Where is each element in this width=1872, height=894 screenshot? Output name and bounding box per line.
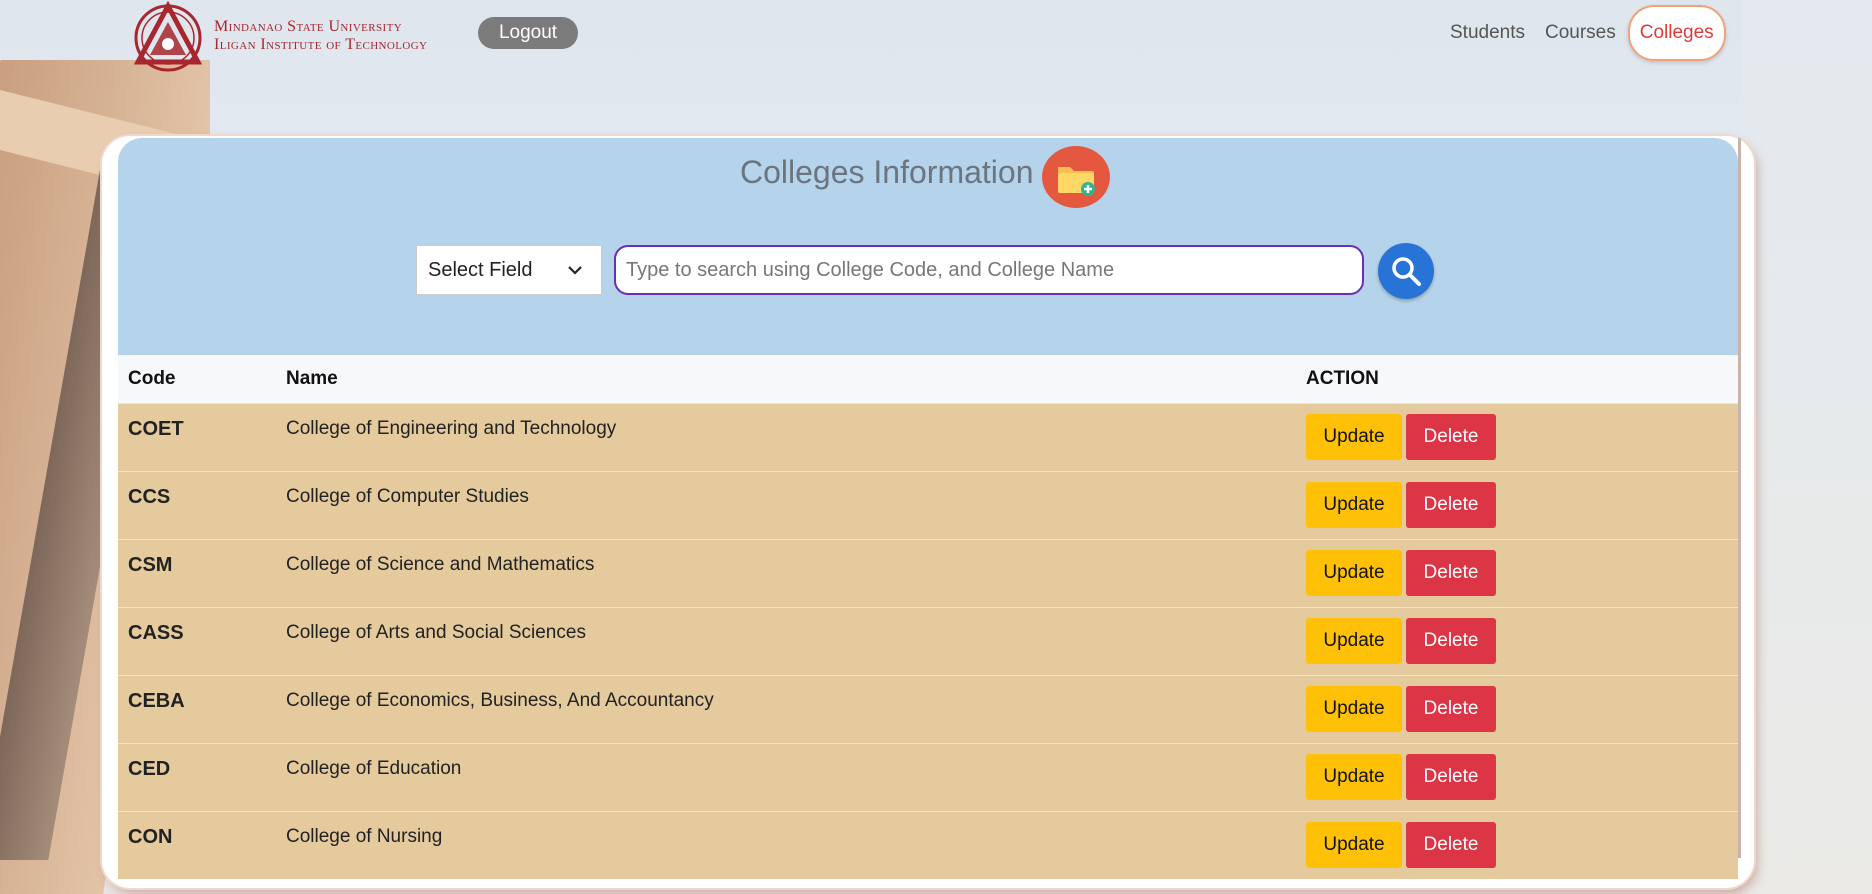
college-name: College of Nursing xyxy=(286,825,443,847)
table-row: COET College of Engineering and Technolo… xyxy=(118,403,1738,471)
field-select[interactable]: Select Field xyxy=(416,245,602,295)
chevron-down-icon xyxy=(568,266,582,275)
college-name: College of Economics, Business, And Acco… xyxy=(286,689,714,711)
college-code: CASS xyxy=(128,621,184,644)
page-title: Colleges Information xyxy=(740,154,1034,190)
college-code: CEBA xyxy=(128,689,185,712)
add-college-button[interactable] xyxy=(1042,146,1110,208)
table-row: CED College of Education Update Delete xyxy=(118,743,1738,811)
delete-button[interactable]: Delete xyxy=(1406,821,1496,868)
college-code: CED xyxy=(128,757,171,780)
delete-button[interactable]: Delete xyxy=(1406,753,1496,800)
logout-button[interactable]: Logout xyxy=(478,17,578,49)
delete-button[interactable]: Delete xyxy=(1406,481,1496,528)
university-name: Mindanao State University Iligan Institu… xyxy=(214,18,427,54)
nav-colleges[interactable]: Colleges xyxy=(1627,5,1726,61)
college-name: College of Arts and Social Sciences xyxy=(286,621,586,643)
college-code: CSM xyxy=(128,553,173,576)
update-button[interactable]: Update xyxy=(1306,685,1402,732)
logo-line-2: Iligan Institute of Technology xyxy=(214,36,428,53)
college-code: CON xyxy=(128,825,173,848)
row-actions: Update Delete xyxy=(1296,811,1738,879)
college-code: COET xyxy=(128,417,184,440)
delete-button[interactable]: Delete xyxy=(1406,413,1496,460)
update-button[interactable]: Update xyxy=(1306,821,1402,868)
row-actions: Update Delete xyxy=(1296,743,1738,811)
column-header-name: Name xyxy=(286,367,338,389)
delete-button[interactable]: Delete xyxy=(1406,685,1496,732)
colleges-table: Code Name ACTION COET College of Enginee… xyxy=(118,355,1738,879)
panel-scrollbar[interactable] xyxy=(1738,138,1741,858)
search-input[interactable] xyxy=(614,245,1364,295)
table-row: CCS College of Computer Studies Update De… xyxy=(118,471,1738,539)
update-button[interactable]: Update xyxy=(1306,549,1402,596)
nav-courses[interactable]: Courses xyxy=(1535,5,1626,61)
folder-add-icon xyxy=(1058,167,1095,196)
row-actions: Update Delete xyxy=(1296,539,1738,607)
delete-button[interactable]: Delete xyxy=(1406,617,1496,664)
table-row: CASS College of Arts and Social Sciences… xyxy=(118,607,1738,675)
table-header-row: Code Name ACTION xyxy=(118,355,1738,403)
top-nav: Students Courses Colleges xyxy=(1440,5,1726,61)
row-actions: Update Delete xyxy=(1296,403,1738,471)
search-button[interactable] xyxy=(1378,243,1434,299)
table-row: CEBA College of Economics, Business, And… xyxy=(118,675,1738,743)
background-sky xyxy=(1742,0,1872,894)
table-row: CON College of Nursing Update Delete xyxy=(118,811,1738,879)
panel-header: Colleges Information Select Field xyxy=(118,138,1738,355)
college-code: CCS xyxy=(128,485,171,508)
row-actions: Update Delete xyxy=(1296,675,1738,743)
nav-students[interactable]: Students xyxy=(1440,5,1535,61)
update-button[interactable]: Update xyxy=(1306,753,1402,800)
table-row: CSM College of Science and Mathematics U… xyxy=(118,539,1738,607)
column-header-code: Code xyxy=(128,367,176,389)
update-button[interactable]: Update xyxy=(1306,413,1402,460)
msu-iit-logo-icon xyxy=(133,0,203,72)
row-actions: Update Delete xyxy=(1296,471,1738,539)
column-header-action: ACTION xyxy=(1306,367,1379,389)
college-name: College of Science and Mathematics xyxy=(286,553,595,575)
university-logo[interactable]: Mindanao State University Iligan Institu… xyxy=(130,0,427,72)
delete-button[interactable]: Delete xyxy=(1406,549,1496,596)
update-button[interactable]: Update xyxy=(1306,617,1402,664)
field-select-value: Select Field xyxy=(428,259,533,281)
colleges-panel: Colleges Information Select Field Type t… xyxy=(118,138,1738,888)
logo-line-1: Mindanao State University xyxy=(214,18,403,35)
update-button[interactable]: Update xyxy=(1306,481,1402,528)
row-actions: Update Delete xyxy=(1296,607,1738,675)
college-name: College of Engineering and Technology xyxy=(286,417,617,439)
college-name: College of Education xyxy=(286,757,462,779)
college-name: College of Computer Studies xyxy=(286,485,529,507)
search-icon xyxy=(1392,257,1421,286)
